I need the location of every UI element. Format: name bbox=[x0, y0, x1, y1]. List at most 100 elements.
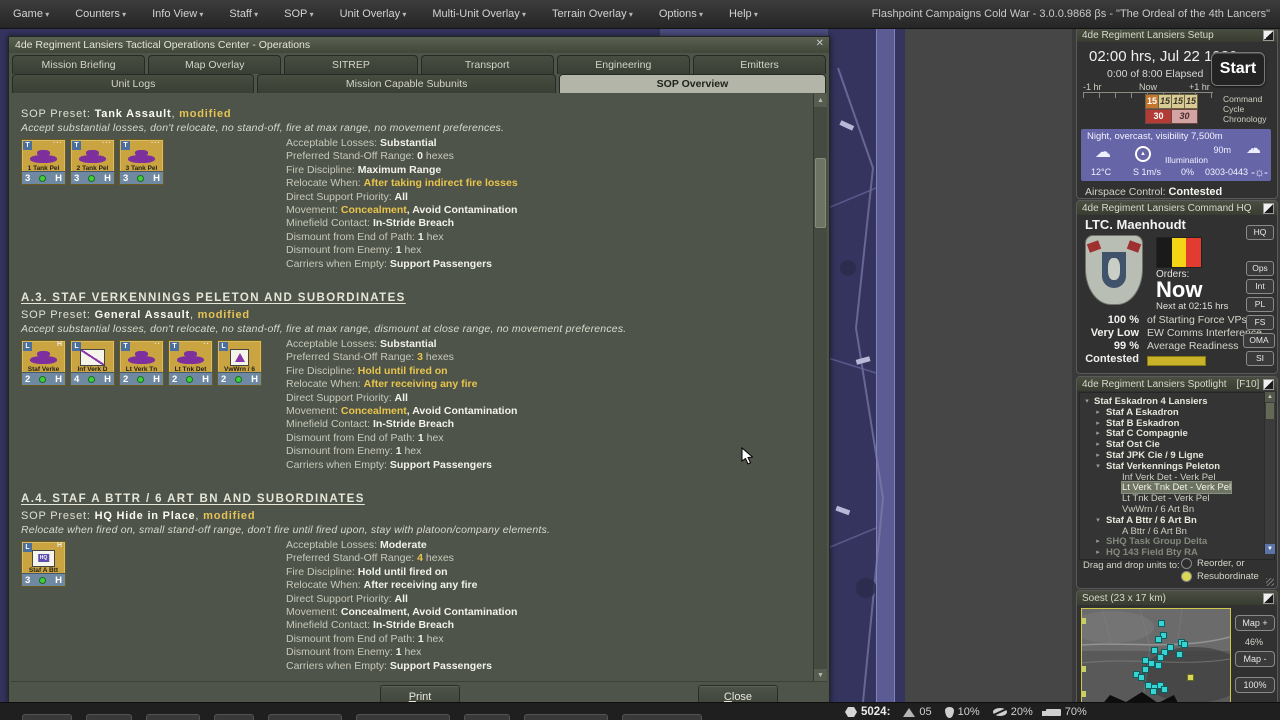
setup-panel: 4de Regiment Lansiers Setup 02:00 hrs, J… bbox=[1076, 27, 1278, 199]
pl-button[interactable]: PL bbox=[1246, 297, 1274, 312]
minimap-selected-unit-dot bbox=[1187, 674, 1194, 681]
hq-button[interactable]: HQ bbox=[1246, 225, 1274, 240]
scrollbar-thumb[interactable] bbox=[1266, 403, 1274, 419]
unit-counter[interactable]: T··Lt Verk Tn2H bbox=[119, 340, 164, 386]
tree-item[interactable]: ▸Staf A Eskadron bbox=[1080, 408, 1274, 419]
reorder-label: Reorder, or bbox=[1197, 558, 1245, 569]
menu-counters[interactable]: Counters bbox=[62, 8, 139, 20]
radio-reorder[interactable] bbox=[1181, 558, 1192, 569]
game-map-strip-right[interactable] bbox=[828, 28, 905, 702]
popout-icon[interactable] bbox=[1263, 30, 1274, 41]
unit-counter[interactable]: LHStaf Verke2H bbox=[21, 340, 66, 386]
chevron-right-icon[interactable]: ▸ bbox=[1093, 429, 1103, 440]
tree-item[interactable]: ▸HQ 143 Field Bty RA bbox=[1080, 548, 1274, 559]
hq-panel-header[interactable]: 4de Regiment Lansiers Command HQ bbox=[1077, 201, 1277, 215]
menu-options[interactable]: Options bbox=[646, 8, 716, 20]
tab-transport[interactable]: Transport bbox=[421, 55, 554, 74]
menu-staff[interactable]: Staff bbox=[216, 8, 271, 20]
cover-value: 10% bbox=[958, 706, 980, 718]
dialog-scrollbar[interactable] bbox=[813, 94, 827, 682]
menu-game[interactable]: Game bbox=[0, 8, 62, 20]
si-button[interactable]: SI bbox=[1246, 351, 1274, 366]
weather-box: Night, overcast, visibility 7,500m Illum… bbox=[1081, 129, 1271, 181]
popout-icon[interactable] bbox=[1263, 203, 1274, 214]
tree-item-label: Staf B Eskadron bbox=[1106, 418, 1179, 429]
fs-button[interactable]: FS bbox=[1246, 315, 1274, 330]
tab-engineering[interactable]: Engineering bbox=[557, 55, 690, 74]
dialog-titlebar[interactable]: 4de Regiment Lansiers Tactical Operation… bbox=[9, 37, 829, 53]
detail-line: Carriers when Empty: Support Passengers bbox=[286, 459, 813, 472]
reorder-option[interactable]: Reorder, or bbox=[1181, 558, 1245, 569]
tab-unit-logs[interactable]: Unit Logs bbox=[12, 74, 254, 93]
menu-terrain-overlay[interactable]: Terrain Overlay bbox=[539, 8, 646, 20]
oma-button[interactable]: OMA bbox=[1243, 333, 1275, 348]
chevron-right-icon[interactable]: ▸ bbox=[1093, 440, 1103, 451]
menu-help[interactable]: Help bbox=[716, 8, 771, 20]
chevron-right-icon[interactable]: ▸ bbox=[1093, 419, 1103, 430]
close-icon[interactable] bbox=[816, 38, 824, 49]
elevation-icon bbox=[903, 708, 915, 717]
menu-multi-unit-overlay[interactable]: Multi-Unit Overlay bbox=[419, 8, 539, 20]
resize-grip[interactable] bbox=[1266, 578, 1274, 586]
ops-button[interactable]: Ops bbox=[1246, 261, 1274, 276]
tab-emitters[interactable]: Emitters bbox=[693, 55, 826, 74]
unit-counter[interactable]: LInf Verk D4H bbox=[70, 340, 115, 386]
tree-scrollbar[interactable] bbox=[1264, 392, 1275, 554]
unit-counter[interactable]: T···3 Tank Pel3H bbox=[119, 139, 164, 185]
tab-sop-overview[interactable]: SOP Overview bbox=[559, 74, 826, 93]
chevron-down-icon[interactable]: ▾ bbox=[1093, 516, 1103, 527]
chevron-right-icon[interactable]: ▸ bbox=[1093, 537, 1103, 548]
counter-posture: H bbox=[153, 374, 160, 385]
chevron-right-icon[interactable]: ▸ bbox=[1093, 548, 1103, 559]
radio-resubordinate[interactable] bbox=[1181, 571, 1192, 582]
scroll-up-icon[interactable] bbox=[814, 94, 827, 107]
unit-counter[interactable]: T··Lt Tnk Det2H bbox=[168, 340, 213, 386]
int-button[interactable]: Int bbox=[1246, 279, 1274, 294]
popout-icon[interactable] bbox=[1263, 379, 1274, 390]
menu-unit-overlay[interactable]: Unit Overlay bbox=[327, 8, 420, 20]
menu-info-view[interactable]: Info View bbox=[139, 8, 216, 20]
chevron-right-icon[interactable]: ▸ bbox=[1093, 451, 1103, 462]
spotlight-panel-header[interactable]: 4de Regiment Lansiers Spotlight[F10] bbox=[1077, 377, 1277, 391]
unit-counter[interactable]: LHStaf A Btt3H bbox=[21, 541, 66, 587]
tree-item[interactable]: ▾Staf A Bttr / 6 Art Bn bbox=[1080, 516, 1274, 527]
tank-silhouette-icon bbox=[26, 349, 61, 365]
tree-item[interactable]: ▾Staf Verkennings Peleton bbox=[1080, 462, 1274, 473]
setup-panel-header[interactable]: 4de Regiment Lansiers Setup bbox=[1077, 28, 1277, 42]
hex-info-cluster: 5024: 05 10% 20% 70% bbox=[845, 703, 1087, 720]
scrollbar-thumb[interactable] bbox=[815, 158, 826, 228]
scroll-down-icon[interactable] bbox=[1265, 544, 1275, 554]
map-zoom-out-button[interactable]: Map - bbox=[1235, 651, 1275, 667]
tab-mission-capable-subunits[interactable]: Mission Capable Subunits bbox=[257, 74, 556, 93]
orders-now: Now bbox=[1156, 277, 1202, 303]
tab-map-overlay[interactable]: Map Overlay bbox=[148, 55, 281, 74]
command-hq-panel: 4de Regiment Lansiers Command HQ LTC. Ma… bbox=[1076, 200, 1278, 374]
menu-sop[interactable]: SOP bbox=[271, 8, 326, 20]
sop-section-tank-assault: SOP Preset: Tank Assault, modified Accep… bbox=[21, 108, 813, 271]
map-zoom-in-button[interactable]: Map + bbox=[1235, 615, 1275, 631]
tab-sitrep[interactable]: SITREP bbox=[284, 55, 417, 74]
unit-counter[interactable]: LVwWrn / 62H bbox=[217, 340, 262, 386]
start-button[interactable]: Start bbox=[1211, 52, 1265, 86]
tree-item-label: Lt Verk Tnk Det - Verk Pel bbox=[1122, 482, 1231, 493]
map-zoom-full-button[interactable]: 100% bbox=[1235, 677, 1275, 693]
counter-group: LHStaf Verke2H LInf Verk D4H T··Lt Verk … bbox=[21, 338, 286, 472]
chevron-down-icon[interactable]: ▾ bbox=[1082, 397, 1092, 408]
unit-counter[interactable]: T···2 Tank Pel3H bbox=[70, 139, 115, 185]
detail-line: Minefield Contact: In-Stride Breach bbox=[286, 619, 813, 632]
minimap-panel-header[interactable]: Soest (23 x 17 km) bbox=[1077, 591, 1277, 605]
popout-icon[interactable] bbox=[1263, 593, 1274, 604]
resubordinate-option[interactable]: Resubordinate bbox=[1181, 571, 1259, 582]
unit-counter[interactable]: T···1 Tank Pel3H bbox=[21, 139, 66, 185]
minimap[interactable] bbox=[1081, 608, 1231, 708]
scroll-up-icon[interactable] bbox=[1265, 392, 1275, 402]
counter-top-right: H bbox=[57, 542, 63, 549]
spotlight-title: 4de Regiment Lansiers Spotlight bbox=[1082, 379, 1227, 390]
chevron-down-icon[interactable]: ▾ bbox=[1093, 462, 1103, 473]
unit-tree: ▾Staf Eskadron 4 Lansiers ▸Staf A Eskadr… bbox=[1079, 392, 1275, 560]
tab-mission-briefing[interactable]: Mission Briefing bbox=[12, 55, 145, 74]
chevron-right-icon[interactable]: ▸ bbox=[1093, 408, 1103, 419]
sop-section-a4: A.4. STAF A BTTR / 6 ART BN AND SUBORDIN… bbox=[21, 493, 813, 673]
tree-item-label: Staf C Compagnie bbox=[1106, 428, 1188, 439]
detail-line: Carriers when Empty: Support Passengers bbox=[286, 660, 813, 673]
